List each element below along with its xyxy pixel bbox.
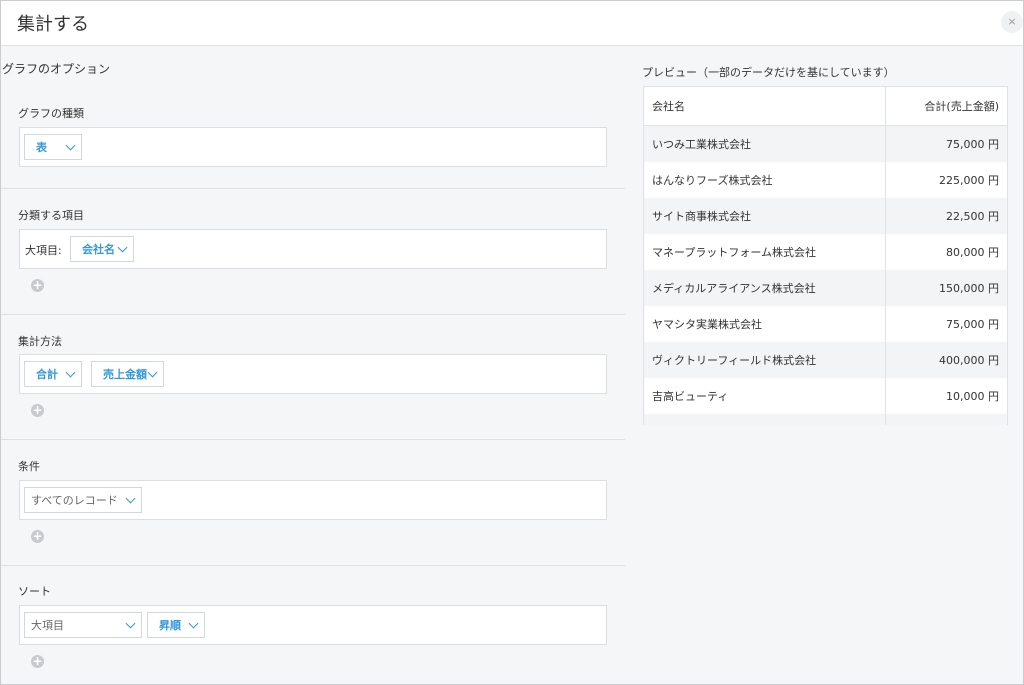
company-cell: [644, 414, 886, 425]
amount-cell: [884, 414, 1007, 425]
amount-cell: 75,000 円: [884, 306, 1007, 342]
amount-cell: 150,000 円: [884, 270, 1007, 306]
sort-panel: 大項目 昇順: [19, 605, 607, 645]
table-row: サイト商事株式会社 22,500 円: [644, 198, 1007, 234]
chevron-down-icon: [125, 618, 136, 629]
company-cell: 吉高ビューティ: [644, 378, 886, 414]
preview-table-container[interactable]: 会社名 合計(売上金額) いつみ工業株式会社 75,000 円 はんなりフーズ株式…: [643, 86, 1008, 425]
chevron-down-icon: [65, 367, 76, 378]
major-item-select[interactable]: 会社名: [70, 236, 134, 262]
condition-panel: すべてのレコード: [19, 480, 607, 520]
sort-label: ソート: [18, 585, 51, 598]
table-row: マネープラットフォーム株式会社 80,000 円: [644, 234, 1007, 270]
table-row: ヤマシタ実業株式会社 75,000 円: [644, 306, 1007, 342]
chart-type-label: グラフの種類: [18, 107, 84, 120]
amount-cell: 75,000 円: [884, 125, 1007, 162]
divider: [1, 188, 625, 189]
table-row: いつみ工業株式会社 75,000 円: [644, 125, 1007, 162]
company-cell: ヤマシタ実業株式会社: [644, 306, 886, 342]
chart-type-select[interactable]: 表: [24, 134, 82, 160]
grouping-label: 分類する項目: [18, 209, 84, 222]
aggregate-dialog: 集計する × グラフのオプション グラフの種類 表 分類する項目 大項目: 会社…: [0, 0, 1024, 685]
aggregation-field-value: 売上金額: [103, 368, 147, 381]
table-row: ヴィクトリーフィールド株式会社 400,000 円: [644, 342, 1007, 378]
grouping-panel: 大項目: 会社名: [19, 229, 607, 269]
major-item-label: 大項目:: [25, 244, 62, 257]
company-cell: マネープラットフォーム株式会社: [644, 234, 886, 270]
chevron-down-icon: [147, 367, 158, 378]
table-row: はんなりフーズ株式会社 225,000 円: [644, 162, 1007, 198]
options-heading: グラフのオプション: [2, 62, 111, 76]
divider: [1, 439, 625, 440]
sort-field-value: 大項目: [31, 619, 64, 632]
chevron-down-icon: [188, 618, 199, 629]
table-row: 吉高ビューティ 10,000 円: [644, 378, 1007, 414]
company-cell: メディカルアライアンス株式会社: [644, 270, 886, 306]
company-cell: いつみ工業株式会社: [644, 125, 886, 162]
company-cell: ヴィクトリーフィールド株式会社: [644, 342, 886, 378]
amount-cell: 22,500 円: [884, 198, 1007, 234]
dialog-header: 集計する ×: [1, 1, 1023, 46]
condition-value: すべてのレコード: [31, 494, 118, 507]
column-header-total: 合計(売上金額): [884, 87, 1007, 126]
divider: [1, 565, 625, 566]
aggregation-panel: 合計 売上金額: [19, 354, 607, 394]
table-header-row: 会社名 合計(売上金額): [644, 87, 1007, 126]
chart-type-panel: 表: [19, 127, 607, 167]
table-row: メディカルアライアンス株式会社 150,000 円: [644, 270, 1007, 306]
amount-cell: 400,000 円: [884, 342, 1007, 378]
sort-order-select[interactable]: 昇順: [147, 612, 205, 638]
add-icon[interactable]: +: [31, 655, 44, 668]
amount-cell: 80,000 円: [884, 234, 1007, 270]
dialog-title: 集計する: [17, 14, 89, 35]
chevron-down-icon: [125, 493, 136, 504]
chevron-down-icon: [65, 140, 76, 151]
chevron-down-icon: [117, 242, 128, 253]
add-icon[interactable]: +: [31, 530, 44, 543]
add-icon[interactable]: +: [31, 279, 44, 292]
aggregation-field-select[interactable]: 売上金額: [91, 361, 164, 387]
aggregation-function-select[interactable]: 合計: [24, 361, 82, 387]
aggregation-function-value: 合計: [36, 368, 58, 381]
sort-order-value: 昇順: [159, 619, 181, 632]
major-item-value: 会社名: [82, 243, 115, 256]
preview-heading: プレビュー（一部のデータだけを基にしています）: [642, 66, 895, 79]
divider: [1, 314, 625, 315]
close-icon[interactable]: ×: [1001, 11, 1023, 33]
aggregation-label: 集計方法: [18, 335, 62, 348]
column-header-company: 会社名: [644, 87, 886, 126]
add-icon[interactable]: +: [31, 404, 44, 417]
amount-cell: 225,000 円: [884, 162, 1007, 198]
condition-label: 条件: [18, 460, 40, 473]
preview-table: 会社名 合計(売上金額) いつみ工業株式会社 75,000 円 はんなりフーズ株式…: [644, 87, 1007, 425]
amount-cell: 10,000 円: [884, 378, 1007, 414]
company-cell: サイト商事株式会社: [644, 198, 886, 234]
chart-type-value: 表: [36, 141, 47, 154]
condition-select[interactable]: すべてのレコード: [24, 487, 142, 513]
company-cell: はんなりフーズ株式会社: [644, 162, 886, 198]
table-row: [644, 414, 1007, 425]
sort-field-select[interactable]: 大項目: [24, 612, 142, 638]
